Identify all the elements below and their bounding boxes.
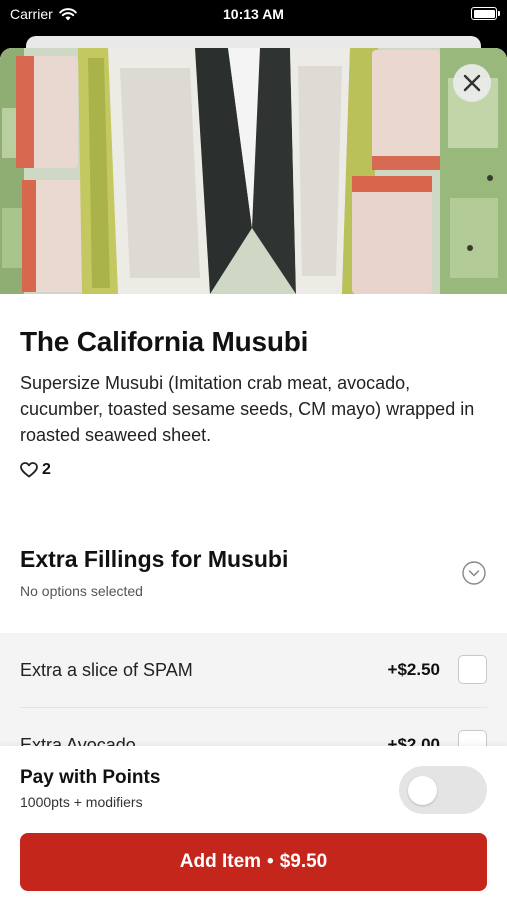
item-title: The California Musubi [20, 326, 309, 357]
extras-selection-status: No options selected [20, 583, 143, 599]
option-price: +$2.50 [387, 660, 440, 679]
item-detail-sheet: The California Musubi Supersize Musubi (… [0, 48, 507, 900]
add-item-label: Add Item [179, 851, 262, 872]
heart-icon [20, 462, 38, 478]
toggle-knob [408, 776, 437, 805]
like-button[interactable]: 2 [20, 461, 51, 479]
status-bar: Carrier 10:13 AM [0, 0, 507, 30]
extras-section-title: Extra Fillings for Musubi [20, 546, 289, 572]
pay-with-points-subtitle: 1000pts + modifiers [20, 794, 143, 810]
status-time: 10:13 AM [223, 6, 284, 22]
option-name: Extra a slice of SPAM [20, 660, 193, 680]
like-count: 2 [42, 461, 51, 478]
bottom-action-bar: Pay with Points 1000pts + modifiers Add … [0, 746, 507, 900]
pay-with-points-toggle[interactable] [399, 766, 487, 814]
add-item-separator: • [267, 851, 274, 872]
option-checkbox[interactable] [458, 655, 487, 684]
item-description: Supersize Musubi (Imitation crab meat, a… [20, 373, 475, 445]
item-photo [0, 48, 507, 294]
add-item-button[interactable]: Add Item • $9.50 [20, 833, 487, 891]
close-button[interactable] [453, 64, 491, 102]
close-icon [463, 74, 481, 92]
chevron-down-icon[interactable] [462, 561, 486, 585]
battery-icon [471, 7, 500, 20]
add-item-price: $9.50 [279, 851, 328, 872]
pay-with-points-title: Pay with Points [20, 767, 161, 788]
option-row-spam[interactable]: Extra a slice of SPAM +$2.50 [0, 633, 507, 707]
